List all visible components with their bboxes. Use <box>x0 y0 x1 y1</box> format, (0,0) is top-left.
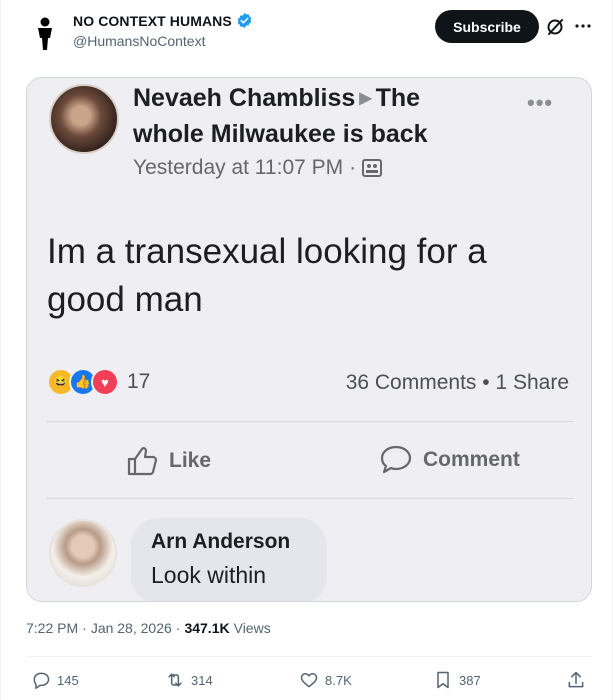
grok-icon[interactable] <box>545 17 565 37</box>
fb-timestamp: Yesterday at 11:07 PM <box>133 156 344 179</box>
reply-button[interactable]: 145 <box>31 670 79 690</box>
fb-author-line: Nevaeh Chambliss ▶ The whole Milwaukee is … <box>133 82 493 150</box>
dot-separator: · <box>82 620 87 636</box>
comment-bubble-icon <box>380 445 412 474</box>
reply-icon <box>33 672 50 689</box>
name-row: NO CONTEXT HUMANS <box>73 12 253 29</box>
share-button[interactable] <box>566 670 586 690</box>
share-icon <box>568 671 584 688</box>
fb-comment-action: Comment <box>379 444 520 476</box>
handle[interactable]: @HumansNoContext <box>73 33 206 49</box>
views-count: 347.1K <box>184 620 230 636</box>
heart-icon <box>300 673 318 688</box>
fb-timestamp-row: Yesterday at 11:07 PM · <box>133 156 383 180</box>
media-image[interactable]: Nevaeh Chambliss ▶ The whole Milwaukee is … <box>26 77 592 602</box>
fb-author-avatar <box>49 84 119 154</box>
divider <box>47 498 573 499</box>
profile-avatar[interactable] <box>23 12 67 56</box>
divider <box>26 656 592 657</box>
more-icon[interactable] <box>573 16 593 36</box>
like-button[interactable]: 8.7K <box>299 670 352 690</box>
tweet-date[interactable]: Jan 28, 2026 <box>91 620 172 636</box>
bookmark-count: 387 <box>459 672 481 688</box>
fb-reactions: 😆 👍 ♥ 17 <box>47 368 150 396</box>
tweet-time[interactable]: 7:22 PM <box>26 620 78 636</box>
repost-icon <box>168 673 182 687</box>
like-count: 8.7K <box>325 672 352 688</box>
fb-reaction-count: 17 <box>127 370 151 393</box>
subscribe-button[interactable]: Subscribe <box>435 10 539 43</box>
dot-separator: · <box>175 620 181 636</box>
views-label: Views <box>233 620 271 636</box>
fb-comment-label: Comment <box>423 448 520 471</box>
arrow-right-icon: ▶ <box>359 90 372 107</box>
fb-like-action: Like <box>125 444 211 478</box>
repost-button[interactable]: 314 <box>165 670 213 690</box>
person-silhouette-icon <box>38 17 52 50</box>
thumbs-up-icon <box>127 447 158 476</box>
tweet: NO CONTEXT HUMANS @HumansNoContext Subsc… <box>0 0 613 700</box>
bookmark-icon <box>437 671 449 689</box>
repost-count: 314 <box>191 672 213 688</box>
fb-author-name: Nevaeh Chambliss <box>133 84 356 112</box>
commenter-avatar <box>49 519 117 587</box>
fb-comments-meta: 36 Comments • 1 Share <box>345 371 569 394</box>
bookmark-button[interactable]: 387 <box>433 670 481 690</box>
comment-text: Look within <box>151 562 267 588</box>
love-reaction-icon: ♥ <box>91 368 119 396</box>
group-privacy-icon <box>362 159 383 177</box>
verified-badge-icon <box>237 13 252 28</box>
fb-post-text: Im a transexual looking for a good man <box>47 232 487 319</box>
dot-separator: · <box>349 156 357 179</box>
tweet-meta: 7:22 PM · Jan 28, 2026 · 347.1K Views <box>26 620 271 636</box>
fb-more-icon: ••• <box>527 90 554 115</box>
reply-count: 145 <box>57 672 79 688</box>
commenter-name: Arn Anderson <box>151 530 291 553</box>
display-name[interactable]: NO CONTEXT HUMANS <box>73 13 232 29</box>
divider <box>47 421 573 422</box>
fb-like-label: Like <box>169 449 212 472</box>
